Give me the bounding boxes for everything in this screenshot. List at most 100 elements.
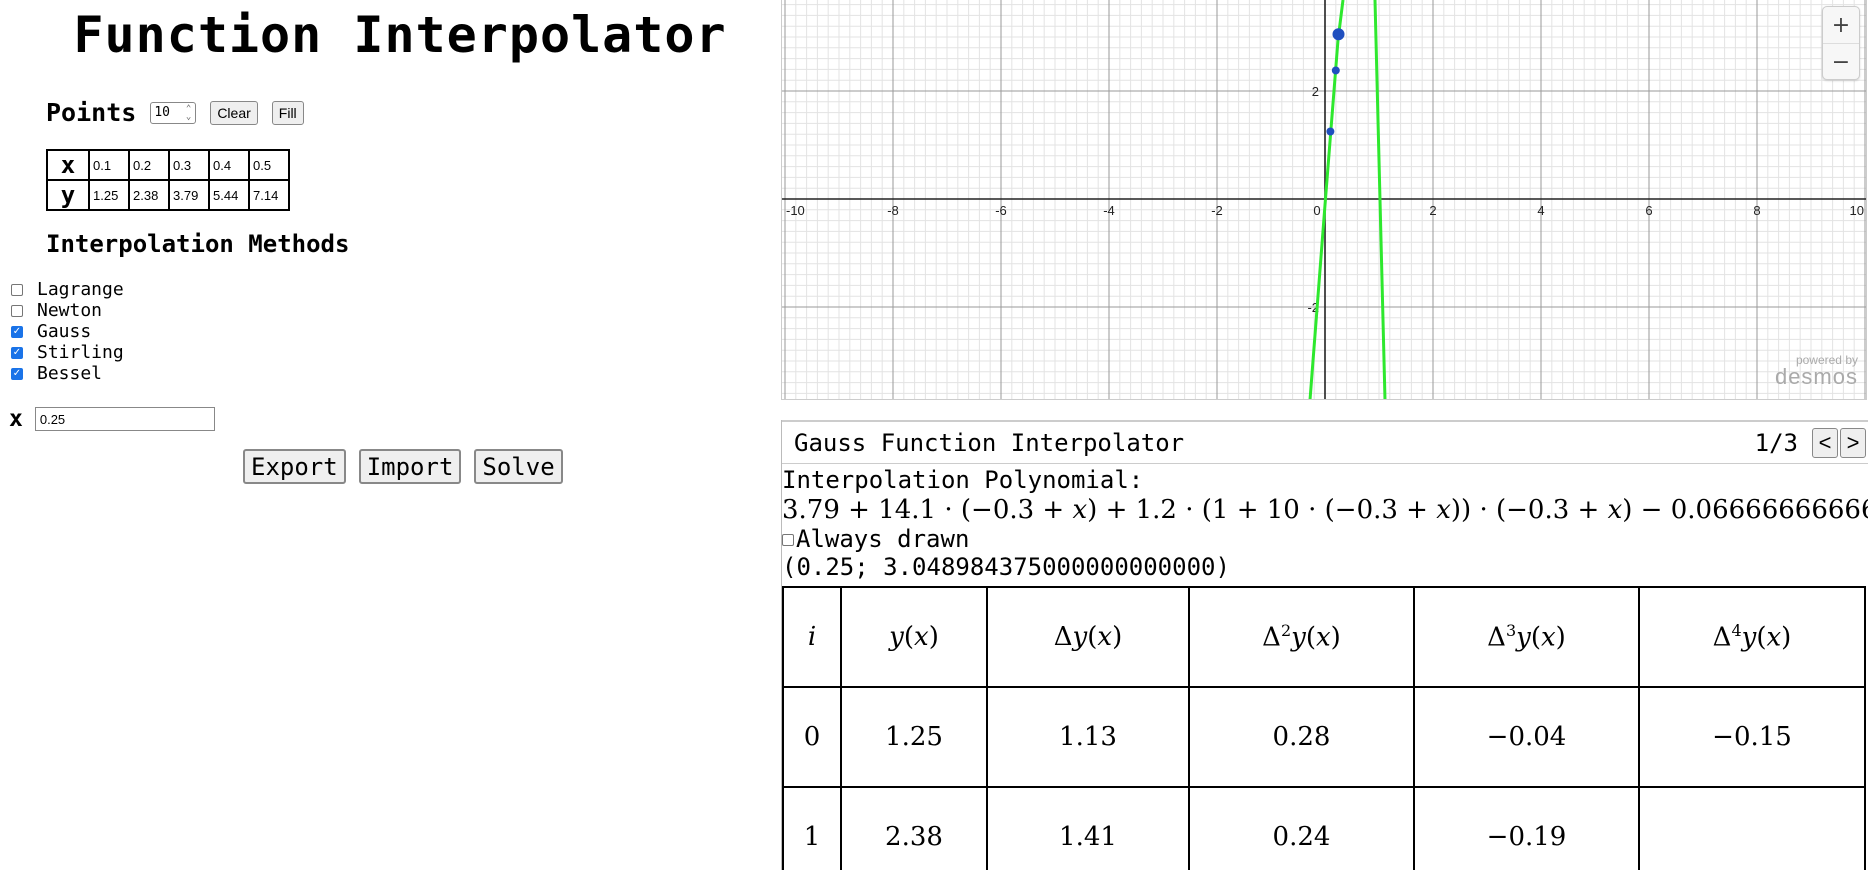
method-newton[interactable]: Newton [11,300,124,321]
cell-d2: 0.24 [1188,786,1415,870]
methods-list: Lagrange Newton ✓ Gauss ✓ Stirling ✓ Bes… [11,279,124,384]
cell-d4 [1638,786,1866,870]
y-row-header: y [46,179,90,211]
cell-d2: 0.28 [1188,686,1415,788]
always-drawn-checkbox[interactable] [782,533,794,546]
method-label: Stirling [37,342,124,363]
points-count-value: 10 [154,105,170,120]
always-drawn-row[interactable]: Always drawn [782,526,1868,553]
clear-button[interactable]: Clear [210,100,258,125]
x-input-label: x [9,406,23,432]
header-d3: Δ3y(x) [1413,586,1640,688]
header-d4: Δ4y(x) [1638,586,1866,688]
x-row-header: x [46,149,90,181]
panel-nav: 1/3 < > [1754,427,1866,458]
x-tick-label: 0 [1313,203,1320,218]
method-stirling[interactable]: ✓ Stirling [11,342,124,363]
x-input-row: x [9,406,215,432]
result-panel: Gauss Function Interpolator 1/3 < > Inte… [781,420,1868,870]
stirling-checkbox[interactable]: ✓ [11,346,23,359]
method-bessel[interactable]: ✓ Bessel [11,363,124,384]
zoom-out-button[interactable]: − [1823,43,1859,80]
lagrange-checkbox[interactable] [11,283,23,296]
header-y: y(x) [840,586,988,688]
cell-y: 2.38 [840,786,988,870]
left-panel: Function Interpolator Points 10 ⌃ ⌄ Clear… [0,0,780,870]
x-tick-label: -2 [1211,203,1223,218]
cell-i: 1 [782,786,842,870]
cell-d3: −0.19 [1413,786,1640,870]
y-cell[interactable]: 3.79 [168,179,210,211]
desmos-brand-text: desmos [1774,364,1858,389]
x-tick-label: 8 [1753,203,1760,218]
cell-y: 1.25 [840,686,988,788]
panel-title: Gauss Function Interpolator [794,428,1185,457]
x-cell[interactable]: 0.3 [168,149,210,181]
gauss-checkbox[interactable]: ✓ [11,325,23,338]
next-button[interactable]: > [1840,427,1866,458]
method-label: Gauss [37,321,92,342]
interpolation-curves [1308,0,1387,399]
cell-d3: −0.04 [1413,686,1640,788]
polynomial-formula: 3.79 + 14.1 · (−0.3 + x) + 1.2 · (1 + 10… [782,495,1868,525]
graph-canvas[interactable]: -10 -8 -6 -4 -2 0 2 4 6 8 102-2 [782,0,1867,400]
result-value: (0.25; 3.048984375000000000000) [782,553,1230,581]
graph-calculator[interactable]: -10 -8 -6 -4 -2 0 2 4 6 8 10 2 -2 + − powered by des… [781,0,1867,400]
panel-header: Gauss Function Interpolator 1/3 < > [782,420,1868,464]
points-table: x 0.1 0.2 0.3 0.4 0.5 y 1.25 2.38 3.79 5… [46,149,290,211]
y-cell[interactable]: 5.44 [208,179,250,211]
interpolation-curve [1373,0,1387,399]
x-tick-label: -8 [887,203,899,218]
zoom-controls: + − [1822,6,1860,80]
x-cell[interactable]: 0.1 [88,149,130,181]
points-label: Points [46,98,137,127]
bessel-checkbox[interactable]: ✓ [11,367,23,380]
cell-d1: 1.13 [986,686,1190,788]
always-drawn-label: Always drawn [796,525,970,553]
x-tick-label: 10 [1850,203,1864,218]
data-point [1332,28,1345,41]
y-cell[interactable]: 1.25 [88,179,130,211]
x-tick-label: -4 [1103,203,1115,218]
page-title: Function Interpolator [73,6,727,64]
fill-button[interactable]: Fill [271,100,304,125]
x-tick-label: 2 [1429,203,1436,218]
cell-d1: 1.41 [986,786,1190,870]
method-gauss[interactable]: ✓ Gauss [11,321,124,342]
newton-checkbox[interactable] [11,304,23,317]
y-tick-label: 2 [1312,84,1319,99]
y-cell[interactable]: 2.38 [128,179,170,211]
import-button[interactable]: Import [358,449,462,484]
interpolation-curve [1308,0,1345,399]
zoom-in-button[interactable]: + [1823,7,1859,43]
prev-button[interactable]: < [1812,427,1838,458]
solve-button[interactable]: Solve [474,449,563,484]
x-cell[interactable]: 0.5 [248,149,290,181]
cell-d4: −0.15 [1638,686,1866,788]
desmos-logo: powered by desmos [1774,353,1858,389]
header-d1: Δy(x) [986,586,1190,688]
points-controls: Points 10 ⌃ ⌄ Clear Fill [46,98,318,127]
cell-i: 0 [782,686,842,788]
x-tick-label: -10 [786,203,805,218]
y-cell[interactable]: 7.14 [248,179,290,211]
page-indicator: 1/3 [1754,428,1798,457]
x-value-input[interactable] [34,407,215,431]
stepper-arrows-icon[interactable]: ⌃ ⌄ [186,104,191,121]
x-cell[interactable]: 0.4 [208,149,250,181]
points-count-stepper[interactable]: 10 ⌃ ⌄ [150,101,197,124]
x-tick-label: 6 [1645,203,1652,218]
action-buttons: Export Import Solve [243,449,576,484]
data-point [1326,127,1335,136]
table-row: 1 2.38 1.41 0.24 −0.19 [782,786,1866,870]
method-label: Lagrange [37,279,124,300]
method-lagrange[interactable]: Lagrange [11,279,124,300]
x-tick-label: -6 [995,203,1007,218]
difference-table: i y(x) Δy(x) Δ2y(x) Δ3y(x) Δ4y(x) 0 1.25… [782,586,1866,870]
difference-table-header: i y(x) Δy(x) Δ2y(x) Δ3y(x) Δ4y(x) [782,586,1866,688]
y-row: y 1.25 2.38 3.79 5.44 7.14 [46,179,290,211]
export-button[interactable]: Export [243,449,346,484]
x-cell[interactable]: 0.2 [128,149,170,181]
data-point [1331,66,1340,75]
polynomial-label: Interpolation Polynomial: [782,466,1144,494]
